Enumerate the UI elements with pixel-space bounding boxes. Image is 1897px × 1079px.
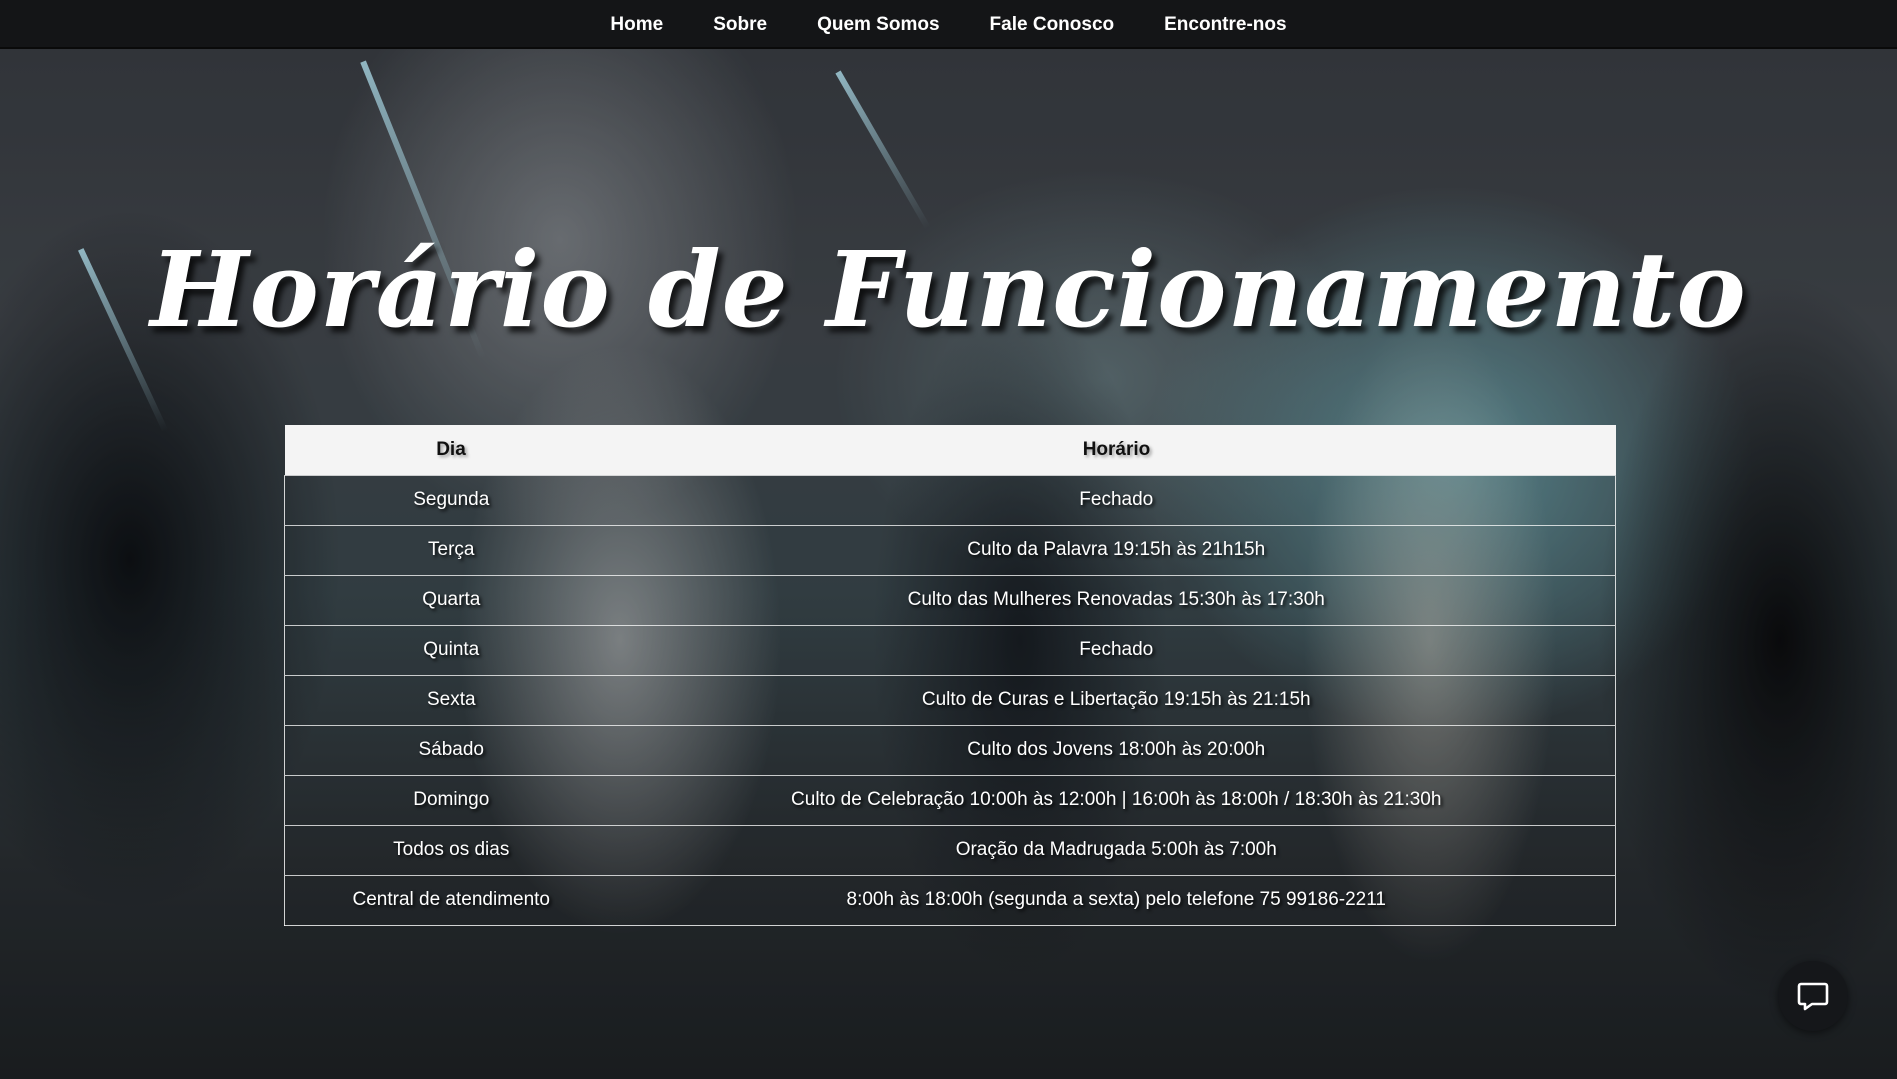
day-cell: Central de atendimento [284, 874, 618, 925]
table-row: Domingo Culto de Celebração 10:00h às 12… [284, 774, 1616, 825]
table-row: Quarta Culto das Mulheres Renovadas 15:3… [284, 574, 1616, 625]
table-row: Todos os dias Oração da Madrugada 5:00h … [284, 824, 1616, 875]
day-cell: Terça [284, 524, 618, 575]
day-cell: Sexta [284, 674, 618, 725]
top-navbar: Home Sobre Quem Somos Fale Conosco Encon… [0, 0, 1897, 49]
page-title: Horário de Funcionamento [150, 228, 1747, 351]
nav-link-sobre[interactable]: Sobre [713, 14, 767, 35]
time-cell: Culto das Mulheres Renovadas 15:30h às 1… [617, 574, 1616, 625]
time-cell: 8:00h às 18:00h (segunda a sexta) pelo t… [617, 874, 1616, 925]
nav-link-encontre-nos[interactable]: Encontre-nos [1164, 14, 1286, 35]
table-row: Terça Culto da Palavra 19:15h às 21h15h [284, 524, 1616, 575]
nav-menu: Home Sobre Quem Somos Fale Conosco Encon… [0, 0, 1897, 49]
table-row: Sexta Culto de Curas e Libertação 19:15h… [284, 674, 1616, 725]
day-cell: Segunda [284, 474, 618, 525]
time-cell: Culto de Celebração 10:00h às 12:00h | 1… [617, 774, 1616, 825]
nav-link-home[interactable]: Home [610, 14, 663, 35]
nav-item-encontre-nos: Encontre-nos [1164, 14, 1286, 36]
schedule-table: Dia Horário Segunda Fechado Terça Culto … [284, 425, 1616, 926]
day-cell: Domingo [284, 774, 618, 825]
time-cell: Fechado [617, 624, 1616, 675]
time-cell: Fechado [617, 474, 1616, 525]
time-cell: Culto de Curas e Libertação 19:15h às 21… [617, 674, 1616, 725]
table-row: Segunda Fechado [284, 474, 1616, 525]
table-row: Sábado Culto dos Jovens 18:00h às 20:00h [284, 724, 1616, 775]
column-header-time: Horário [617, 425, 1616, 475]
nav-item-sobre: Sobre [713, 14, 767, 36]
time-cell: Culto dos Jovens 18:00h às 20:00h [617, 724, 1616, 775]
table-row: Quinta Fechado [284, 624, 1616, 675]
column-header-day: Dia [284, 425, 618, 475]
schedule-header-row: Dia Horário [284, 425, 1616, 475]
table-row: Central de atendimento 8:00h às 18:00h (… [284, 874, 1616, 925]
time-cell: Culto da Palavra 19:15h às 21h15h [617, 524, 1616, 575]
nav-link-fale-conosco[interactable]: Fale Conosco [990, 14, 1115, 35]
time-cell: Oração da Madrugada 5:00h às 7:00h [617, 824, 1616, 875]
nav-item-home: Home [610, 14, 663, 36]
nav-link-quem-somos[interactable]: Quem Somos [817, 14, 939, 35]
day-cell: Sábado [284, 724, 618, 775]
nav-item-quem-somos: Quem Somos [817, 14, 939, 36]
day-cell: Todos os dias [284, 824, 618, 875]
nav-item-fale-conosco: Fale Conosco [990, 14, 1115, 36]
day-cell: Quinta [284, 624, 618, 675]
day-cell: Quarta [284, 574, 618, 625]
chat-bubble-icon [1797, 982, 1829, 1011]
chat-button[interactable] [1778, 961, 1848, 1031]
